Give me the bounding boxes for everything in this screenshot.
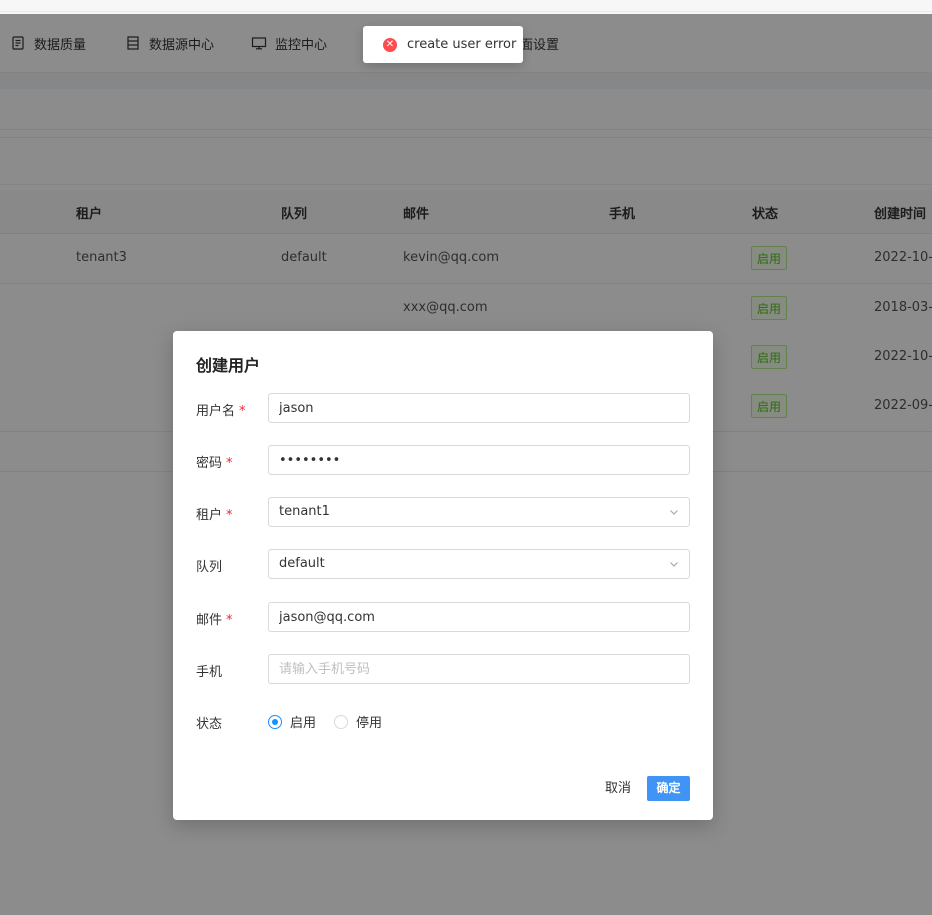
confirm-button[interactable]: 确定 [647,776,690,801]
username-input[interactable] [269,394,689,422]
tenant-selected-value: tenant1 [279,504,330,519]
phone-label: 手机 [196,661,222,680]
required-mark: * [226,613,233,628]
toast-message: create user error [407,37,517,52]
modal-title: 创建用户 [196,356,261,375]
chevron-down-icon [670,510,678,515]
create-user-modal: 创建用户 用户名* 密码* 租户* tenant1 队列 default 邮件*… [173,331,713,820]
username-label: 用户名 * [196,400,246,419]
required-mark: * [226,456,233,471]
tenant-label: 租户 * [196,504,233,523]
queue-label: 队列 [196,556,222,575]
email-label: 邮件 * [196,609,233,628]
email-label-text: 邮件 [196,613,223,628]
queue-select[interactable]: default [268,549,690,579]
password-field[interactable] [268,445,690,475]
status-radio-group: 启用 停用 [268,712,382,731]
required-mark: * [239,404,246,419]
queue-selected-value: default [279,556,325,571]
password-input[interactable] [269,446,689,474]
username-field[interactable] [268,393,690,423]
browser-strip [0,0,932,14]
phone-label-text: 手机 [196,665,223,680]
status-radio-enabled[interactable]: 启用 [268,712,316,731]
required-mark: * [226,508,233,523]
radio-unchecked-icon[interactable] [334,714,349,729]
tenant-label-text: 租户 [196,508,223,523]
status-label: 状态 [196,713,222,732]
password-label: 密码 * [196,452,233,471]
email-input[interactable] [269,603,689,631]
status-label-text: 状态 [196,717,223,732]
queue-label-text: 队列 [196,560,223,575]
cancel-button[interactable]: 取消 [593,776,643,801]
radio-label: 启用 [290,716,317,731]
radio-label: 停用 [356,716,383,731]
chevron-down-icon [670,562,678,567]
username-label-text: 用户名 [196,404,236,419]
status-radio-disabled[interactable]: 停用 [334,712,382,731]
email-field[interactable] [268,602,690,632]
error-icon: ✕ [383,37,397,52]
radio-checked-icon[interactable] [268,714,282,729]
error-toast: ✕ create user error [363,26,523,63]
phone-input[interactable] [269,655,689,683]
phone-field[interactable] [268,654,690,684]
tenant-select[interactable]: tenant1 [268,497,690,527]
password-label-text: 密码 [196,456,223,471]
